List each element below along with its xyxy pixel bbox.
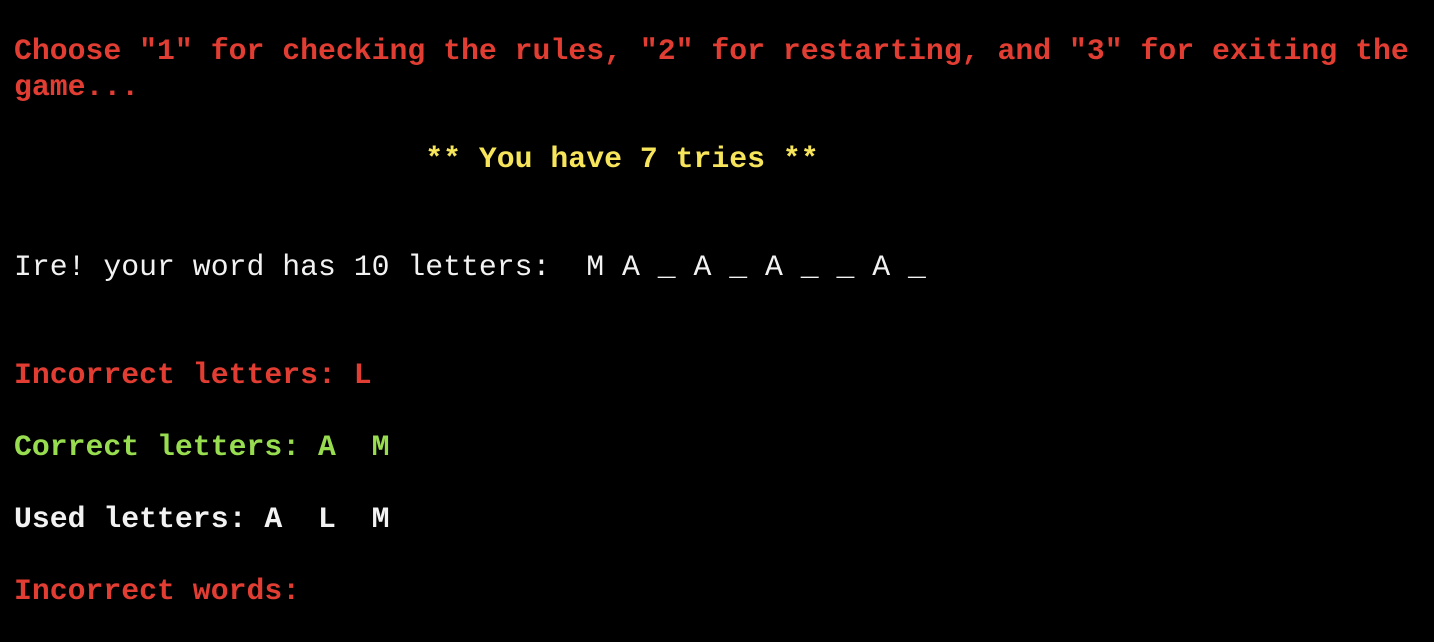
correct-letters-label: Correct letters: — [14, 430, 318, 464]
incorrect-letters-label: Incorrect letters: — [14, 358, 354, 392]
menu-prompt-line-1: Choose "1" for checking the rules, "2" f… — [14, 34, 1409, 68]
incorrect-words: Incorrect words: — [14, 573, 1409, 609]
incorrect-letters: Incorrect letters: L — [14, 357, 1409, 393]
incorrect-words-label: Incorrect words: — [14, 574, 301, 608]
correct-letters: Correct letters: A M — [14, 429, 1409, 465]
menu-prompt-line-2: game... — [14, 70, 140, 104]
correct-letters-value: A M — [317, 430, 390, 464]
tries-remaining: ** You have 7 tries ** — [14, 142, 819, 176]
word-label: Ire! your word has 10 letters: — [14, 250, 587, 284]
terminal-output: Choose "1" for checking the rules, "2" f… — [14, 33, 1409, 609]
used-letters-label: Used letters: — [14, 502, 265, 536]
used-letters: Used letters: A L M — [14, 501, 1409, 537]
incorrect-letters-value: L — [353, 358, 372, 392]
used-letters-value: A L M — [264, 502, 390, 536]
word-pattern: M A _ A _ A _ _ A _ — [586, 250, 926, 284]
word-display: Ire! your word has 10 letters: M A _ A _… — [14, 249, 1409, 285]
